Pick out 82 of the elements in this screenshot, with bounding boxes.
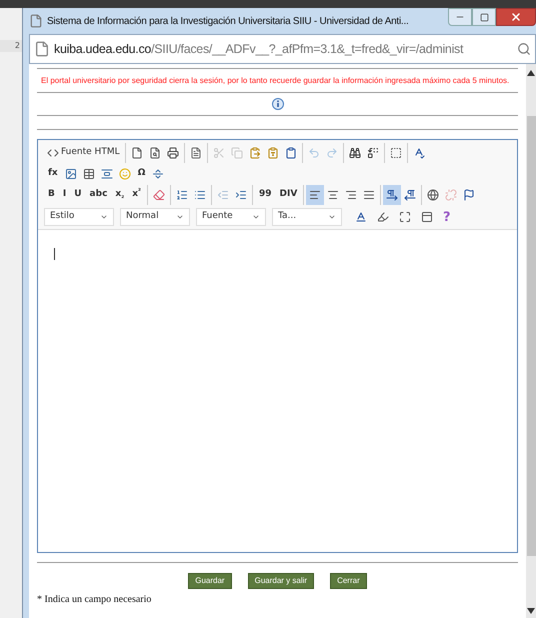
preview-icon: [148, 147, 161, 159]
scroll-up-icon: [527, 70, 535, 76]
maximize-button[interactable]: [472, 8, 496, 26]
url-text: kuiba.udea.edu.co/SIIU/faces/__ADFv__?_afPfm=3.1&_t=fred&_vir=/administ: [54, 40, 464, 58]
toolbar-button[interactable]: U: [70, 185, 86, 205]
undo-icon: [308, 147, 320, 159]
toolbar-button[interactable]: abc: [86, 185, 112, 205]
print-icon: [166, 147, 179, 159]
caret-icon: [100, 213, 108, 221]
help-button[interactable]: ?: [440, 208, 454, 226]
redo-icon: [326, 147, 338, 159]
new-page-icon: [130, 147, 143, 159]
session-warning: El portal universitario por seguridad cierra la sesión, por lo tanto recuerde guardar la información ingresada máximo cada 5 minutos.: [40, 75, 510, 87]
toolbar-button[interactable]: I: [58, 185, 70, 205]
horizontal-line-icon: [100, 168, 113, 180]
window-title: Sistema de Información para la Investigación Universitaria SIIU - Universidad de Anti...: [47, 14, 410, 28]
show-blocks-icon: [421, 211, 433, 223]
table-icon: [82, 168, 95, 180]
toolbar-button[interactable]: B: [44, 185, 59, 205]
close-icon: [510, 11, 522, 23]
address-bar[interactable]: kuiba.udea.edu.co/SIIU/faces/__ADFv__?_afPfm=3.1&_t=fred&_vir=/administ: [29, 34, 536, 64]
action-button[interactable]: Guardar: [188, 573, 232, 589]
page-icon: [34, 41, 50, 57]
toolbar-button[interactable]: x$^{²}$: [128, 185, 145, 205]
scroll-down-icon: [527, 608, 535, 614]
maximize-icon: [399, 211, 411, 223]
ltr-icon: [386, 189, 398, 201]
info-icon: [272, 98, 284, 110]
spellcheck-icon: [412, 147, 425, 159]
rtl-icon: [404, 189, 416, 201]
toolbar-button[interactable]: [383, 185, 402, 205]
numbered-list-icon: [176, 189, 188, 201]
align-right-icon: [345, 189, 358, 201]
flag-icon: [463, 189, 476, 201]
toolbar-button[interactable]: fx: [44, 164, 62, 184]
paste-text-icon: [266, 147, 279, 159]
select-all-icon: [390, 147, 402, 159]
action-button[interactable]: Cerrar: [330, 573, 367, 589]
code-icon: [47, 147, 59, 159]
toolbar-button[interactable]: DIV: [276, 185, 302, 205]
paste-icon: [248, 147, 261, 159]
text-color-icon: [355, 211, 367, 223]
toolbar-button[interactable]: Ω: [134, 164, 150, 184]
copy-icon: [230, 147, 243, 159]
highlight-icon: [377, 211, 389, 223]
style-dropdown[interactable]: Fuente: [196, 208, 266, 226]
text-cursor: [54, 248, 55, 260]
justify-icon: [363, 189, 376, 201]
smiley-icon: [118, 168, 131, 180]
cut-icon: [212, 147, 225, 159]
style-dropdown[interactable]: Normal: [120, 208, 190, 226]
toolbar-button[interactable]: 99: [254, 185, 276, 205]
action-button[interactable]: Guardar y salir: [248, 573, 314, 589]
search-icon: [517, 42, 531, 56]
align-center-icon: [327, 189, 340, 201]
tab-label: 2: [0, 40, 22, 52]
indent-icon: [234, 189, 247, 201]
style-dropdown[interactable]: Ta...: [272, 208, 342, 226]
scroll-thumb[interactable]: [526, 116, 536, 556]
replace-icon: [366, 147, 379, 159]
find-icon: [348, 147, 361, 159]
page-break-icon: [152, 168, 164, 180]
close-button[interactable]: [496, 8, 536, 26]
toolbar-button[interactable]: x$_{₂}$: [111, 185, 128, 205]
caret-icon: [328, 213, 336, 221]
align-left-icon: [309, 189, 322, 201]
toolbar-button[interactable]: Fuente HTML: [44, 143, 123, 163]
paste-word-icon: [284, 147, 297, 159]
outdent-icon: [216, 189, 229, 201]
maximize-icon: [480, 12, 488, 22]
caret-icon: [176, 213, 184, 221]
image-icon: [64, 168, 77, 180]
page-icon: [29, 14, 43, 28]
link-icon: [427, 189, 440, 201]
toolbar-button[interactable]: [306, 185, 324, 205]
template-icon: [190, 147, 202, 159]
style-dropdown[interactable]: Estilo: [44, 208, 114, 226]
scrollbar[interactable]: [526, 64, 536, 618]
eraser-icon: [152, 189, 165, 201]
required-note: * Indica un campo necesario: [36, 593, 152, 607]
caret-icon: [252, 213, 260, 221]
unlink-icon: [445, 189, 458, 201]
